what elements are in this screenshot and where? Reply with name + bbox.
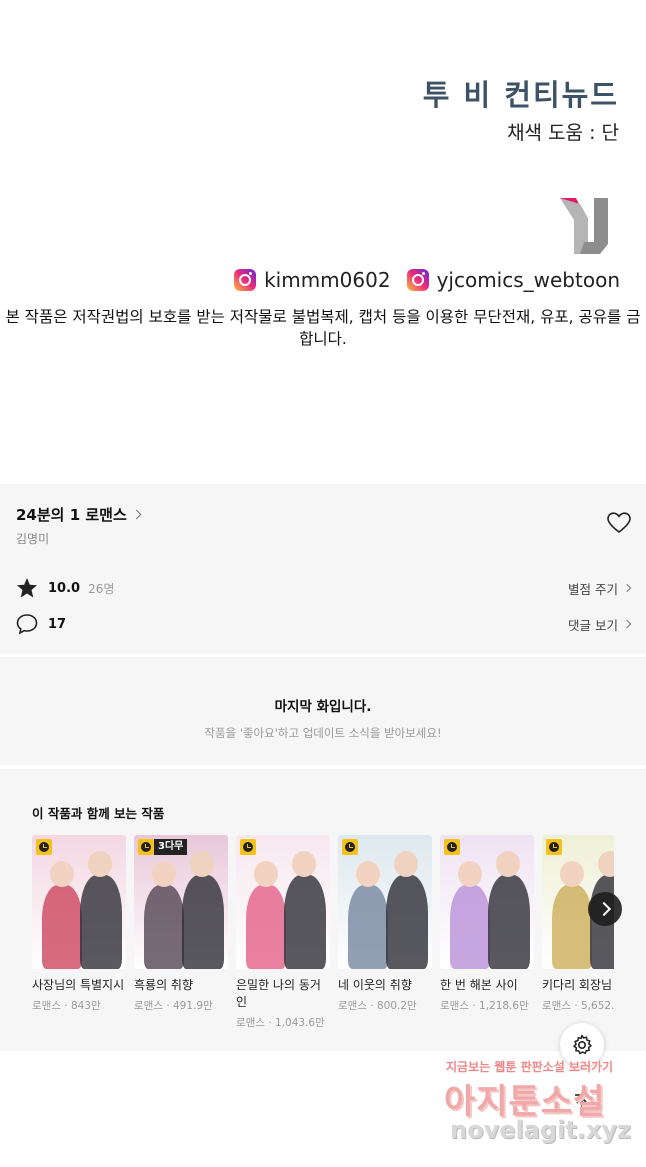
series-author: 김명미 [16,532,50,546]
recommendation-title: 흑룡의 취향 [134,978,194,992]
clock-icon [546,839,562,855]
scroll-top-button[interactable] [560,1081,604,1125]
carousel-next-button[interactable] [588,892,622,926]
recommendation-meta: 로맨스 · 1,043.6만 [236,1017,325,1029]
recommendation-meta: 로맨스 · 843만 [32,1000,101,1012]
comment-icon [16,614,38,635]
recommendations-track: 사장님의 특별지시 로맨스 · 843만 3다무 흑룡의 취향 로맨스 · 491.9만… [32,835,614,1030]
recommendation-cover [32,835,126,969]
cover-figure [182,875,224,969]
settings-button[interactable] [560,1023,604,1067]
recommendation-title: 키다리 회장님 [542,978,613,992]
rating-row: 10.0 26명 별점 주기 [16,576,632,600]
recommendations-section: 이 작품과 함께 보는 작품 사장님의 특별지시 로맨스 · 843만 3다무 흑룡의… [0,769,646,1051]
recommendation-cover [338,835,432,969]
rating-score: 10.0 [48,580,81,596]
episode-credits-image: 투 비 컨티뉴드 채색 도움 : 단 kimmm0602 yjcomics_we… [0,0,646,484]
recommendation-meta: 로맨스 · 5,652.3만 [542,1000,614,1012]
instagram-icon [406,269,429,291]
recommendation-meta: 로맨스 · 491.9만 [134,1000,213,1012]
cover-figure [42,885,82,969]
rate-button-label: 별점 주기 [568,581,618,597]
arrow-up-icon [575,1094,589,1112]
recommendation-cover: 3다무 [134,835,228,969]
recommendation-meta: 로맨스 · 1,218.6만 [440,1000,529,1012]
cover-figure [386,875,428,969]
cover-figure-head [560,861,584,887]
recommendation-card[interactable]: 은밀한 나의 동거인로맨스 · 1,043.6만 [236,835,330,1030]
instagram-handles: kimmm0602 yjcomics_webtoon [234,266,620,294]
instagram-handle-publisher: yjcomics_webtoon [436,268,620,292]
cover-figure [80,875,122,969]
cover-figure [144,885,184,969]
comment-count: 17 [48,616,67,632]
star-icon [17,578,37,598]
series-info-panel: 24분의 1 로맨스 김명미 10.0 26명 별점 주기 17 댓글 보기 [0,484,646,654]
recommendations-heading: 이 작품과 함께 보는 작품 [32,806,165,821]
instagram-handle-author: kimmm0602 [264,268,391,292]
chevron-right-icon [622,583,632,593]
recommendation-title: 한 번 해본 사이 [440,978,518,992]
cover-figure-head [394,851,418,877]
recommendation-title: 은밀한 나의 동거인 [236,978,321,1009]
view-comments-button[interactable]: 댓글 보기 [568,615,632,634]
last-episode-subtitle: 작품을 '좋아요'하고 업데이트 소식을 받아보세요! [204,726,442,740]
recommendation-title: 사장님의 특별지시 [32,978,125,992]
cover-figure-head [152,861,176,887]
heart-icon[interactable] [607,512,631,534]
cover-figure-head [496,851,520,877]
clock-icon [342,839,358,855]
copyright-notice: 본 작품은 저작권법의 보호를 받는 저작물로 불법복제, 캡처 등을 이용한 … [5,308,641,348]
recommendation-meta: 로맨스 · 800.2만 [338,1000,417,1012]
recommendation-card[interactable]: 네 이웃의 취향로맨스 · 800.2만 [338,835,432,1030]
cover-figure-head [50,861,74,887]
clock-icon [444,839,460,855]
clock-icon [138,839,154,855]
yj-comics-logo [560,198,608,254]
gear-icon [573,1034,592,1055]
clock-icon [240,839,256,855]
series-title: 24분의 1 로맨스 [16,506,127,524]
rating-count: 26명 [88,581,115,596]
cover-figure-head [458,861,482,887]
last-episode-notice: 마지막 화입니다. 작품을 '좋아요'하고 업데이트 소식을 받아보세요! [0,657,646,765]
recommendation-card[interactable]: 키다리 회장님로맨스 · 5,652.3만 [542,835,614,1030]
cover-figure-head [88,851,112,877]
cover-figure [284,875,326,969]
clock-icon [36,839,52,855]
cover-figure [348,885,388,969]
cover-figure [246,885,286,969]
cover-figure [488,875,530,969]
credit-title: 투 비 컨티뉴드 [422,78,619,112]
cover-figure [552,885,592,969]
recommendation-card[interactable]: 3다무흑룡의 취향로맨스 · 491.9만 [134,835,228,1030]
recommendations-carousel[interactable]: 사장님의 특별지시 로맨스 · 843만 3다무 흑룡의 취향 로맨스 · 491.9만… [32,835,614,1045]
cover-badge: 3다무 [154,839,188,855]
cover-figure [450,885,490,969]
recommendation-card[interactable]: 한 번 해본 사이로맨스 · 1,218.6만 [440,835,534,1030]
cover-figure-head [292,851,316,877]
watermark-line3: novelagit.xyz [450,1116,632,1144]
recommendation-title: 네 이웃의 취향 [338,978,412,992]
recommendation-cover [236,835,330,969]
cover-figure-head [254,861,278,887]
cover-figure-head [598,851,614,877]
instagram-icon [234,269,257,291]
view-comments-label: 댓글 보기 [568,617,618,633]
last-episode-title: 마지막 화입니다. [274,699,372,715]
cover-figure-head [356,861,380,887]
credit-color-help: 채색 도움 : 단 [507,122,619,144]
recommendation-card[interactable]: 사장님의 특별지시로맨스 · 843만 [32,835,126,1030]
comment-row: 17 댓글 보기 [16,612,632,636]
cover-figure-head [190,851,214,877]
chevron-right-icon [131,509,142,520]
rate-button[interactable]: 별점 주기 [568,579,632,598]
recommendation-cover [440,835,534,969]
series-title-link[interactable]: 24분의 1 로맨스 [16,504,142,525]
chevron-right-icon [622,619,632,629]
site-watermark: 지금보는 웹툰 판판소설 보러가기 아지툰소설 novelagit.xyz [440,1056,640,1156]
